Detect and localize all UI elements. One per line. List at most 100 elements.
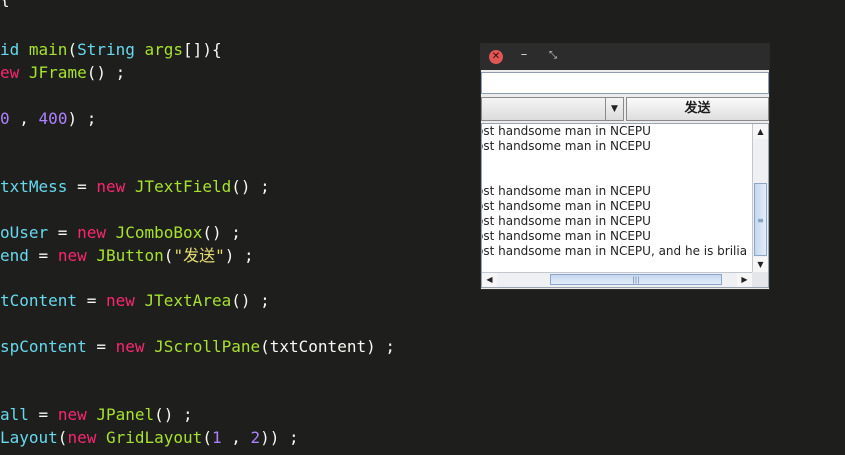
code-token: = [67, 177, 97, 196]
text-area-line: ost handsome man in NCEPU [482, 214, 651, 228]
code-token: JTextArea [144, 291, 232, 310]
code-token: )) ; [260, 428, 299, 447]
code-line: txtMess = new JTextField() ; [0, 176, 270, 198]
text-area-line: ost handsome man in NCEPU, and he is bri… [482, 244, 748, 258]
code-token: tContent [0, 291, 78, 310]
horizontal-scrollbar[interactable]: ◀ ||| ▶ [482, 272, 768, 287]
code-token: JFrame [28, 63, 87, 82]
code-token: main [28, 40, 68, 59]
vertical-scroll-thumb[interactable]: ≡ [754, 183, 767, 256]
text-area-line: ost handsome man in NCEPU [482, 124, 651, 138]
text-area-line: ost handsome man in NCEPU [482, 229, 651, 243]
code-token: new [105, 291, 135, 310]
scroll-left-arrow-icon[interactable]: ◀ [482, 273, 497, 287]
code-token: 1 [211, 428, 222, 447]
horizontal-scroll-thumb[interactable]: ||| [550, 274, 722, 285]
code-token: end [0, 246, 29, 265]
code-token: new [57, 246, 87, 265]
code-token: = [28, 405, 58, 424]
text-area-line: ost handsome man in NCEPU [482, 199, 651, 213]
code-token: spContent [0, 337, 87, 356]
code-token: JButton [96, 246, 164, 265]
scroll-down-arrow-icon[interactable]: ▼ [753, 257, 768, 272]
code-token: []){ [183, 40, 222, 59]
code-token: ) ; [224, 246, 254, 265]
code-token: String [77, 40, 135, 59]
text-area-line: ost handsome man in NCEPU [482, 184, 651, 198]
code-line: id main(String args[]){ [0, 39, 222, 61]
code-token: JPanel [96, 405, 155, 424]
content-text-area[interactable]: ost handsome man in NCEPU ost handsome ma… [482, 124, 753, 272]
code-line: 0 , 400) ; [0, 108, 96, 130]
code-token: ( [67, 40, 78, 59]
code-token: ( [57, 428, 68, 447]
code-token: = [77, 291, 106, 310]
code-line: end = new JButton("发送") ; [0, 245, 254, 267]
code-token: new [96, 177, 126, 196]
close-icon[interactable]: ✕ [489, 50, 503, 64]
code-token: () ; [86, 63, 126, 82]
code-token: "发送" [173, 246, 225, 265]
code-token: (txtContent) ; [260, 337, 395, 356]
code-token: = [28, 246, 58, 265]
code-token: () ; [231, 177, 270, 196]
scroll-corner [752, 272, 768, 287]
code-token: GridLayout [105, 428, 203, 447]
code-token: = [86, 337, 116, 356]
code-line: tContent = new JTextArea() ; [0, 290, 270, 312]
code-token: () ; [154, 405, 193, 424]
text-area-line: ost handsome man in NCEPU [482, 139, 651, 153]
maximize-icon[interactable]: ⤡ [547, 48, 559, 62]
code-token: new [67, 428, 97, 447]
scroll-right-arrow-icon[interactable]: ▶ [737, 273, 752, 287]
code-token: txtMess [0, 177, 68, 196]
chat-window: ✕ – ⤡ ▼ 发送 ost handsome man in NCEPU ost … [480, 43, 770, 290]
code-token: id [0, 40, 29, 59]
minimize-icon[interactable]: – [519, 48, 529, 62]
code-token: () ; [231, 291, 270, 310]
code-token: ( [163, 246, 174, 265]
code-token: ew [0, 63, 29, 82]
code-line: { [0, 0, 10, 10]
scroll-up-arrow-icon[interactable]: ▲ [753, 124, 768, 139]
code-token: new [57, 405, 87, 424]
window-titlebar[interactable]: ✕ – ⤡ [481, 44, 769, 70]
message-input[interactable] [481, 72, 769, 94]
code-line: oUser = new JComboBox() ; [0, 222, 241, 244]
code-token: JComboBox [115, 223, 203, 242]
user-combobox[interactable]: ▼ [481, 97, 624, 121]
send-button[interactable]: 发送 [626, 97, 769, 121]
content-scroll-pane[interactable]: ost handsome man in NCEPU ost handsome ma… [481, 123, 769, 288]
code-token: oUser [0, 223, 49, 242]
code-token: , [221, 428, 251, 447]
code-line: spContent = new JScrollPane(txtContent) … [0, 336, 395, 358]
code-token: args [144, 40, 184, 59]
code-line: Layout(new GridLayout(1 , 2)) ; [0, 427, 299, 449]
code-token: all [0, 405, 29, 424]
code-line: all = new JPanel() ; [0, 404, 193, 426]
code-line: ew JFrame() ; [0, 62, 125, 84]
chevron-down-icon[interactable]: ▼ [605, 98, 623, 120]
code-token: { [0, 0, 10, 8]
code-token: ( [202, 428, 212, 447]
code-token: new [115, 337, 145, 356]
code-token: 2 [250, 428, 261, 447]
code-token: ) ; [67, 109, 97, 128]
code-token: JTextField [134, 177, 232, 196]
code-token: new [77, 223, 106, 242]
code-token: , [9, 109, 39, 128]
vertical-scrollbar[interactable]: ▲ ≡ ▼ [752, 124, 768, 272]
code-token: 400 [38, 109, 68, 128]
code-token: Layout [0, 428, 58, 447]
code-token: = [48, 223, 78, 242]
code-token: 0 [0, 109, 10, 128]
code-token: () ; [202, 223, 241, 242]
